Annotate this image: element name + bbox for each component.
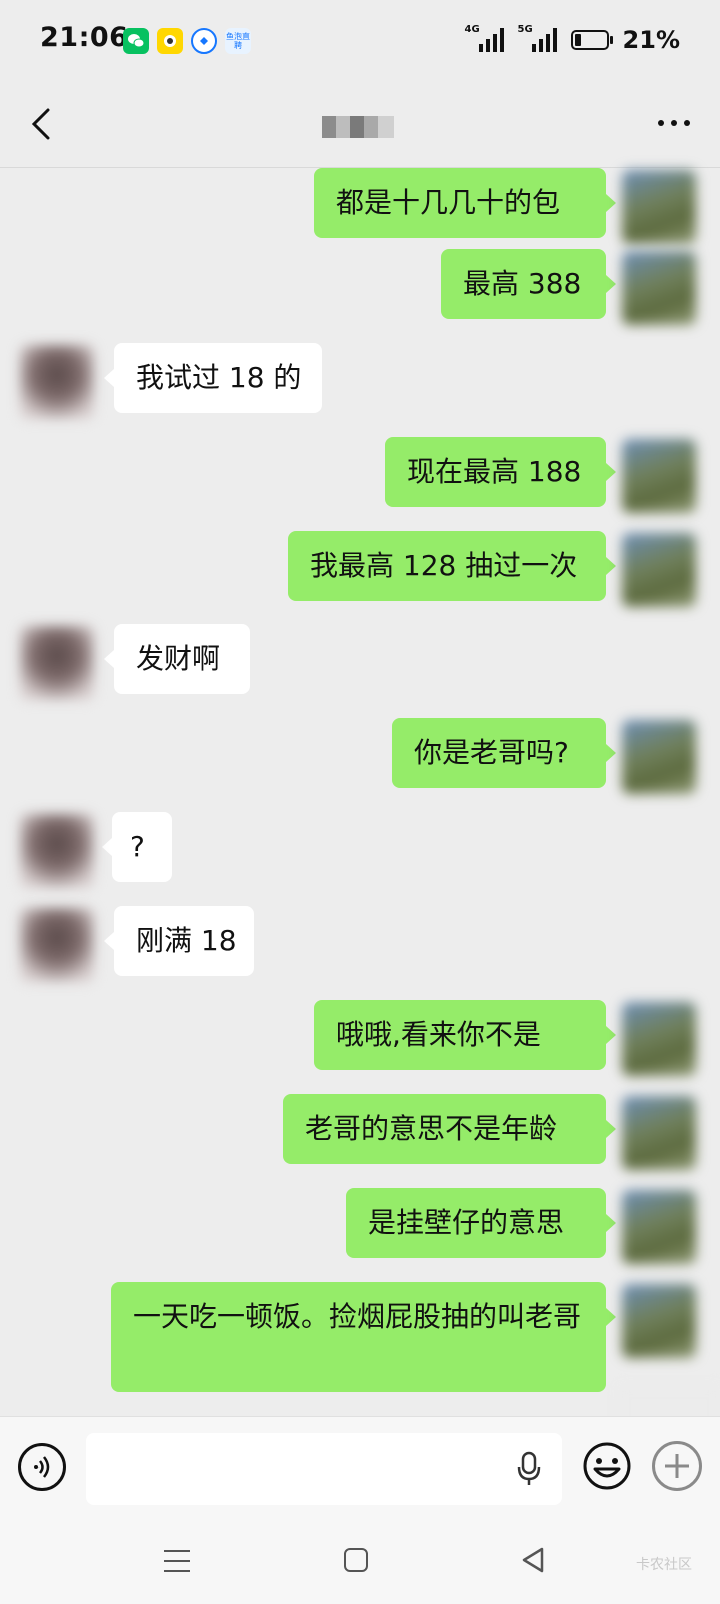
contact-avatar[interactable] (20, 908, 94, 982)
emoji-icon[interactable] (582, 1441, 632, 1491)
message-input[interactable] (86, 1433, 562, 1505)
signal-5g-icon: 5G (518, 24, 557, 52)
my-avatar[interactable] (622, 251, 696, 325)
message-bubble-received[interactable]: 我试过 18 的 (114, 343, 322, 413)
system-nav-bar: 卡农社区 (0, 1520, 720, 1604)
my-avatar[interactable] (622, 1190, 696, 1264)
contact-avatar[interactable] (20, 626, 94, 700)
chat-title-redacted (322, 116, 394, 138)
yupao-icon: 鱼泡直聘 (225, 28, 251, 54)
message-bubble-sent[interactable]: 最高 388 (441, 249, 606, 319)
my-avatar[interactable] (622, 1002, 696, 1076)
bubble-tail (104, 932, 114, 950)
my-avatar[interactable] (622, 170, 696, 244)
message-bubble-received[interactable]: 刚满 18 (114, 906, 254, 976)
xianyu-icon (157, 28, 183, 54)
signal-4g-icon: 4G (465, 24, 504, 52)
plus-icon[interactable] (652, 1441, 702, 1491)
message-bubble-sent[interactable]: 你是老哥吗? (392, 718, 606, 788)
input-bar (0, 1416, 720, 1521)
bubble-tail (606, 744, 616, 762)
voice-icon[interactable] (18, 1443, 66, 1491)
my-avatar[interactable] (622, 1096, 696, 1170)
bubble-tail (606, 194, 616, 212)
bubble-tail (606, 275, 616, 293)
status-bar: 21:06 鱼泡直聘 4G 5G 21% (0, 0, 720, 82)
message-bubble-sent[interactable]: 现在最高 188 (385, 437, 606, 507)
notification-icons: 鱼泡直聘 (123, 28, 251, 54)
my-avatar[interactable] (622, 720, 696, 794)
message-bubble-sent[interactable]: 是挂壁仔的意思 (346, 1188, 606, 1258)
message-bubble-sent[interactable]: 哦哦,看来你不是 (314, 1000, 606, 1070)
system-icons: 4G 5G 21% (465, 24, 680, 54)
battery-percent: 21% (622, 26, 680, 54)
bubble-tail (606, 1120, 616, 1138)
contact-avatar[interactable] (20, 814, 94, 888)
message-bubble-received[interactable]: ? (112, 812, 172, 882)
bubble-tail (104, 369, 114, 387)
message-bubble-sent[interactable]: 一天吃一顿饭。捡烟屁股抽的叫老哥 (111, 1282, 606, 1392)
message-bubble-sent[interactable]: 我最高 128 抽过一次 (288, 531, 606, 601)
bubble-tail (606, 463, 616, 481)
more-horizontal-icon[interactable] (658, 120, 690, 126)
message-bubble-sent[interactable]: 都是十几几十的包 (314, 168, 606, 238)
bubble-tail (104, 650, 114, 668)
wechat-icon (123, 28, 149, 54)
message-bubble-sent[interactable]: 老哥的意思不是年龄 (283, 1094, 606, 1164)
bubble-tail (606, 557, 616, 575)
chevron-left-icon[interactable] (28, 104, 58, 144)
app-icon-blue (191, 28, 217, 54)
message-bubble-received[interactable]: 发财啊 (114, 624, 250, 694)
back-triangle-icon[interactable] (520, 1546, 546, 1574)
contact-avatar[interactable] (20, 345, 94, 419)
bubble-tail (606, 1026, 616, 1044)
battery-icon (570, 30, 613, 50)
status-time: 21:06 (40, 22, 129, 53)
bubble-tail (102, 838, 112, 856)
menu-icon[interactable] (164, 1550, 190, 1572)
my-avatar[interactable] (622, 533, 696, 607)
bubble-tail (606, 1308, 616, 1326)
home-icon[interactable] (344, 1548, 368, 1572)
microphone-icon[interactable] (516, 1451, 542, 1487)
my-avatar[interactable] (622, 1284, 696, 1358)
chat-header (0, 82, 720, 168)
watermark: 卡农社区 (636, 1557, 692, 1573)
my-avatar[interactable] (622, 439, 696, 513)
bubble-tail (606, 1214, 616, 1232)
